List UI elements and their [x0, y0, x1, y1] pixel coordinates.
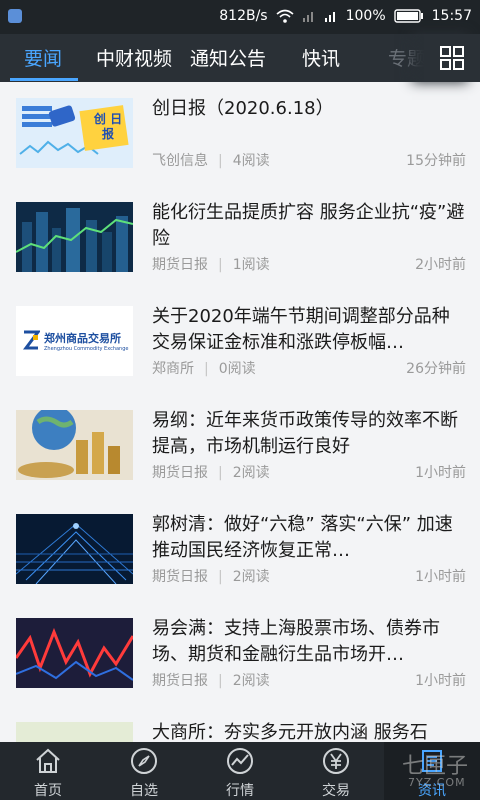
list-item[interactable]: 能化衍生品提质扩容 服务企业抗“疫”避险 期货日报 | 1阅读 2小时前 — [0, 186, 480, 290]
nav-home[interactable]: 首页 — [0, 742, 96, 800]
article-title: 郭树清：做好“六稳” 落实“六保” 加速推动国民经济恢复正常… — [152, 514, 453, 561]
article-title: 易会满：支持上海股票市场、债券市场、期货和金融衍生品市场开… — [152, 618, 440, 665]
article-source: 飞创信息 — [152, 153, 208, 169]
trend-icon — [227, 748, 253, 774]
channel-grid-button[interactable] — [424, 34, 480, 82]
article-source: 期货日报 — [152, 465, 208, 481]
zce-logo-thumbnail: 郑州商品交易所 Zhengzhou Commodity Exchange — [16, 306, 133, 376]
battery-icon — [393, 9, 424, 23]
tab-topics[interactable]: 专题 — [388, 44, 426, 71]
wifi-icon — [276, 9, 294, 23]
nav-label: 交易 — [322, 783, 350, 799]
article-time: 2小时前 — [415, 257, 466, 273]
battery-percent: 100% — [345, 8, 386, 24]
article-reads: 2阅读 — [232, 673, 270, 689]
partial-thumbnail — [16, 722, 133, 742]
list-item[interactable]: 大商所：夯实多元开放内涵 服务石 — [0, 706, 480, 742]
article-title: 大商所：夯实多元开放内涵 服务石 — [152, 722, 428, 742]
article-reads: 1阅读 — [232, 257, 270, 273]
zce-logo-subtext: Zhengzhou Commodity Exchange — [44, 346, 129, 352]
nav-label: 自选 — [130, 783, 158, 799]
notification-icon — [8, 9, 22, 23]
data-stream-thumbnail — [16, 514, 133, 584]
list-item[interactable]: 易会满：支持上海股票市场、债券市场、期货和金融衍生品市场开… 期货日报 | 2阅读 … — [0, 602, 480, 706]
nav-watchlist[interactable]: 自选 — [96, 742, 192, 800]
article-title: 易纲：近年来货币政策传导的效率不断提高，市场机制运行良好 — [152, 410, 458, 457]
nav-trade[interactable]: 交易 — [288, 742, 384, 800]
article-title: 能化衍生品提质扩容 服务企业抗“疫”避险 — [152, 202, 465, 249]
red-chart-thumbnail — [16, 618, 133, 688]
list-item[interactable]: 创 日报 创日报（2020.6.18） 飞创信息 | 4阅读 15分钟前 — [0, 82, 480, 186]
status-bar: 812B/s 100% 15:57 — [0, 0, 480, 34]
tab-video[interactable]: 中财视频 — [96, 44, 172, 71]
article-reads: 4阅读 — [232, 153, 270, 169]
tab-flash[interactable]: 快讯 — [302, 44, 340, 71]
city-chart-thumbnail — [16, 202, 133, 272]
article-time: 15分钟前 — [406, 153, 466, 169]
list-item[interactable]: 易纲：近年来货币政策传导的效率不断提高，市场机制运行良好 期货日报 | 2阅读 1小… — [0, 394, 480, 498]
list-item[interactable]: 郭树清：做好“六稳” 落实“六保” 加速推动国民经济恢复正常… 期货日报 | 2阅读… — [0, 498, 480, 602]
signal-icon-2 — [324, 9, 338, 23]
network-speed: 812B/s — [219, 8, 268, 24]
home-icon — [36, 748, 60, 773]
article-time: 1小时前 — [415, 569, 466, 585]
article-source: 期货日报 — [152, 569, 208, 585]
signal-icon-1 — [302, 9, 316, 23]
chuang-ribao-thumbnail: 创 日报 — [16, 98, 133, 168]
tab-yaowen[interactable]: 要闻 — [24, 44, 62, 71]
nav-label: 行情 — [226, 783, 254, 799]
channel-tab-bar: 要闻 中财视频 通知公告 快讯 专题 — [0, 34, 480, 82]
article-source: 期货日报 — [152, 257, 208, 273]
article-reads: 2阅读 — [232, 465, 270, 481]
bottom-navigation: 首页 自选 行情 交易 资讯 七匣子 7YZ.COM — [0, 742, 480, 800]
article-reads: 2阅读 — [232, 569, 270, 585]
list-item[interactable]: 郑州商品交易所 Zhengzhou Commodity Exchange 关于2… — [0, 290, 480, 394]
watermark: 七匣子 7YZ.COM — [394, 746, 472, 796]
clock: 15:57 — [431, 8, 472, 24]
grid-icon — [440, 46, 464, 70]
watermark-line2: 7YZ.COM — [408, 776, 466, 789]
article-title: 创日报（2020.6.18） — [152, 98, 334, 119]
active-tab-indicator — [10, 78, 78, 81]
article-title: 关于2020年端午节期间调整部分品种交易保证金标准和涨跌停板幅… — [152, 306, 450, 353]
article-reads: 0阅读 — [218, 361, 256, 377]
coins-globe-thumbnail — [16, 410, 133, 480]
nav-label: 首页 — [34, 783, 62, 799]
article-source: 郑商所 — [152, 361, 194, 377]
news-list: 创 日报 创日报（2020.6.18） 飞创信息 | 4阅读 15分钟前 能化衍生品… — [0, 82, 480, 742]
thumb-text: 创 日报 — [93, 112, 123, 141]
yen-icon — [323, 748, 349, 774]
zce-logo-text: 郑州商品交易所 — [44, 332, 121, 345]
tab-notices[interactable]: 通知公告 — [190, 44, 266, 71]
compass-icon — [131, 748, 157, 774]
article-time: 26分钟前 — [406, 361, 466, 377]
article-time: 1小时前 — [415, 465, 466, 481]
article-time: 1小时前 — [415, 673, 466, 689]
nav-market[interactable]: 行情 — [192, 742, 288, 800]
article-source: 期货日报 — [152, 673, 208, 689]
